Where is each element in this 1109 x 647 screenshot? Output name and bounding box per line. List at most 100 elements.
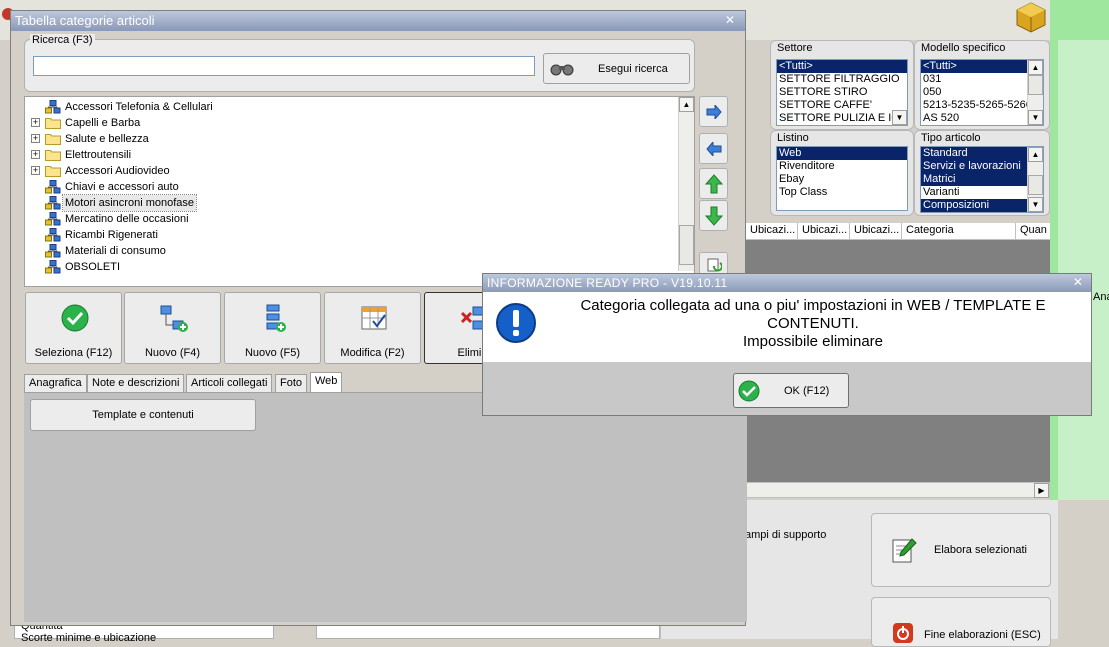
list-item[interactable]: Top Class	[777, 186, 907, 199]
tree-node-label: Chiavi e accessori auto	[65, 181, 179, 193]
tab-articoli-collegati[interactable]: Articoli collegati	[186, 374, 273, 392]
expand-icon[interactable]: +	[31, 150, 40, 159]
tree-node-label: Motori asincroni monofase	[61, 194, 198, 212]
process-selected-button[interactable]: Elabora selezionati	[871, 513, 1051, 587]
tree-node[interactable]: Ricambi Rigenerati	[25, 227, 675, 243]
scroll-down-icon[interactable]: ▼	[1028, 197, 1043, 212]
tree-scrollbar[interactable]: ▲	[678, 97, 694, 271]
package-icon[interactable]	[1014, 0, 1048, 34]
edit-label: Modifica (F2)	[340, 347, 405, 359]
modello-group: Modello specifico <Tutti> 031 050 5213-5…	[914, 40, 1050, 130]
grid-column-header[interactable]: Ubicazi...	[746, 223, 798, 240]
scroll-down-icon[interactable]: ▼	[1028, 110, 1043, 125]
list-item[interactable]: <Tutti>	[921, 60, 1027, 73]
tree-node[interactable]: + Accessori Audiovideo	[25, 163, 675, 179]
dialog-footer: OK (F12)	[483, 362, 1091, 415]
execute-search-label: Esegui ricerca	[598, 63, 668, 75]
tree-node[interactable]: Accessori Telefonia & Cellulari	[25, 99, 675, 115]
tree-node[interactable]: Mercatino delle occasioni	[25, 211, 675, 227]
list-item[interactable]: Servizi e lavorazioni	[921, 160, 1027, 173]
list-item[interactable]: 050	[921, 86, 1043, 99]
tab-foto[interactable]: Foto	[275, 374, 308, 392]
expand-icon[interactable]: +	[31, 166, 40, 175]
list-item[interactable]: AS 520	[921, 112, 1043, 125]
tipo-scrollbar[interactable]: ▲ ▼	[1027, 147, 1043, 212]
grid-column-header[interactable]: Ubicazi...	[798, 223, 850, 240]
modello-title: Modello specifico	[921, 42, 1006, 54]
scroll-right-icon[interactable]: ▶	[1034, 483, 1049, 498]
window-titlebar[interactable]: Tabella categorie articoli ✕	[11, 11, 745, 31]
modello-scrollbar[interactable]: ▲ ▼	[1027, 60, 1043, 125]
move-right-button[interactable]	[699, 96, 728, 127]
scroll-thumb[interactable]	[679, 225, 694, 265]
list-item[interactable]: SETTORE CAFFE'	[777, 99, 907, 112]
category-object-icon	[45, 244, 61, 258]
list-item[interactable]: Composizioni	[921, 199, 1027, 212]
move-down-button[interactable]	[699, 200, 728, 231]
tab-web[interactable]: Web	[310, 372, 343, 392]
list-item[interactable]: SETTORE FILTRAGGIO	[777, 73, 907, 86]
end-processing-button[interactable]: Fine elaborazioni (ESC)	[871, 597, 1051, 647]
grid-column-header[interactable]: Ubicazi...	[850, 223, 902, 240]
settore-group: Settore <Tutti> SETTORE FILTRAGGIO SETTO…	[770, 40, 914, 130]
grid-column-header[interactable]: Quan	[1016, 223, 1050, 240]
settore-listbox[interactable]: <Tutti> SETTORE FILTRAGGIO SETTORE STIRO…	[776, 59, 908, 126]
execute-search-button[interactable]: Esegui ricerca	[543, 53, 690, 84]
tree-node[interactable]: + Elettroutensili	[25, 147, 675, 163]
category-tree[interactable]: Accessori Telefonia & Cellulari + Capelli …	[24, 96, 695, 287]
select-button[interactable]: Seleziona (F12)	[25, 292, 122, 364]
dialog-titlebar[interactable]: INFORMAZIONE READY PRO - V19.10.11 ✕	[483, 274, 1091, 292]
list-item[interactable]: Web	[777, 147, 907, 160]
list-item[interactable]: Matrici	[921, 173, 1027, 186]
tree-node[interactable]: Motori asincroni monofase	[25, 194, 675, 212]
list-item[interactable]: <Tutti>	[777, 60, 907, 73]
scroll-down-icon[interactable]: ▼	[892, 110, 907, 125]
side-label: Ana	[1093, 291, 1109, 303]
arrow-up-icon	[705, 174, 723, 194]
ok-button[interactable]: OK (F12)	[733, 373, 849, 408]
expand-icon[interactable]: +	[31, 118, 40, 127]
close-icon[interactable]: ✕	[1071, 275, 1085, 289]
search-input[interactable]	[33, 56, 535, 76]
scroll-thumb[interactable]	[1028, 75, 1043, 95]
scroll-thumb[interactable]	[1028, 175, 1043, 195]
list-item[interactable]: 5213-5235-5265-5266	[921, 99, 1043, 112]
grid-column-header[interactable]: Categoria	[902, 223, 1016, 240]
close-icon[interactable]: ✕	[723, 13, 737, 27]
list-item[interactable]: Rivenditore	[777, 160, 907, 173]
template-contents-button[interactable]: Template e contenuti	[30, 399, 256, 431]
listino-title: Listino	[777, 132, 809, 144]
scroll-up-icon[interactable]: ▲	[1028, 60, 1043, 75]
tipo-listbox[interactable]: Standard Servizi e lavorazioni Matrici V…	[920, 146, 1044, 213]
move-left-button[interactable]	[699, 133, 728, 164]
tree-node[interactable]: Chiavi e accessori auto	[25, 179, 675, 195]
expand-icon[interactable]: +	[31, 134, 40, 143]
scroll-up-icon[interactable]: ▲	[679, 97, 694, 112]
support-fields-label: ampi di supporto	[745, 529, 827, 541]
list-item[interactable]: Ebay	[777, 173, 907, 186]
list-item[interactable]: 031	[921, 73, 1043, 86]
move-up-button[interactable]	[699, 168, 728, 199]
listino-listbox[interactable]: Web Rivenditore Ebay Top Class	[776, 146, 908, 211]
list-item[interactable]: Varianti	[921, 186, 1043, 199]
tab-note-e-descrizioni[interactable]: Note e descrizioni	[87, 374, 185, 392]
tree-node-label: Accessori Audiovideo	[65, 165, 170, 177]
modello-listbox[interactable]: <Tutti> 031 050 5213-5235-5265-5266 AS 5…	[920, 59, 1044, 126]
tab-anagrafica[interactable]: Anagrafica	[24, 374, 87, 392]
scroll-up-icon[interactable]: ▲	[1028, 147, 1043, 162]
edit-button[interactable]: Modifica (F2)	[324, 292, 421, 364]
dialog-message-line: CONTENUTI.	[767, 315, 859, 332]
new-f4-button[interactable]: Nuovo (F4)	[124, 292, 221, 364]
list-item[interactable]: SETTORE STIRO	[777, 86, 907, 99]
list-item[interactable]: SETTORE PULIZIA E IG	[777, 112, 907, 125]
tree-node[interactable]: + Salute e bellezza	[25, 131, 675, 147]
grid-horizontal-scrollbar[interactable]: ▶	[746, 482, 1050, 498]
search-label: Ricerca (F3)	[30, 34, 95, 46]
new-f5-button[interactable]: Nuovo (F5)	[224, 292, 321, 364]
tree-node[interactable]: Materiali di consumo	[25, 243, 675, 259]
info-exclamation-icon	[496, 303, 536, 343]
tree-node[interactable]: + Capelli e Barba	[25, 115, 675, 131]
tree-node-label: Ricambi Rigenerati	[65, 229, 158, 241]
list-item[interactable]: Standard	[921, 147, 1027, 160]
category-object-icon	[45, 228, 61, 242]
